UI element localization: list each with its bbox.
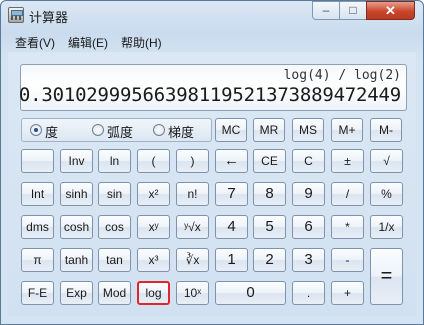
tanh-button[interactable]: tanh: [60, 248, 93, 272]
blank-button[interactable]: [21, 149, 54, 173]
digit-4-button[interactable]: 4: [215, 215, 248, 239]
exp-button[interactable]: Exp: [60, 281, 93, 305]
result-text: 0.30102999566398119521373889472449: [18, 84, 401, 106]
digit-7-button[interactable]: 7: [215, 182, 248, 206]
sqrt-button[interactable]: √: [370, 149, 403, 173]
dms-button[interactable]: dms: [21, 215, 54, 239]
reciprocal-button[interactable]: 1/x: [370, 215, 403, 239]
minimize-button[interactable]: –: [312, 1, 340, 20]
divide-button[interactable]: /: [331, 182, 364, 206]
window-title: 计算器: [29, 10, 69, 25]
cube-root-button[interactable]: ∛x: [176, 248, 209, 272]
digit-2-button[interactable]: 2: [253, 248, 286, 272]
calculator-body: log(4) / log(2) 0.3010299956639811952137…: [8, 52, 416, 316]
radio-indicator: [153, 124, 165, 136]
digit-9-button[interactable]: 9: [292, 182, 325, 206]
sinh-button[interactable]: sinh: [60, 182, 93, 206]
f-e-button[interactable]: F-E: [21, 281, 54, 305]
menu-help[interactable]: 帮助(H): [121, 34, 162, 51]
digit-8-button[interactable]: 8: [253, 182, 286, 206]
tan-button[interactable]: tan: [98, 248, 131, 272]
backspace-button[interactable]: ←: [215, 149, 248, 173]
radio-degrees-label: 度: [45, 125, 59, 140]
close-button[interactable]: ✕: [366, 1, 415, 20]
maximize-button[interactable]: □: [339, 1, 367, 20]
digit-3-button[interactable]: 3: [292, 248, 325, 272]
decimal-button[interactable]: .: [292, 281, 325, 305]
menu-edit[interactable]: 编辑(E): [68, 34, 108, 51]
m-minus-button[interactable]: M-: [370, 118, 402, 142]
radio-gradians-label: 梯度: [168, 125, 195, 140]
cos-button[interactable]: cos: [98, 215, 131, 239]
calculator-app-icon: [8, 7, 24, 23]
radio-radians-label: 弧度: [107, 125, 134, 140]
digit-1-button[interactable]: 1: [215, 248, 248, 272]
title-bar[interactable]: 计算器 – □ ✕: [1, 1, 423, 31]
factorial-button[interactable]: n!: [176, 182, 209, 206]
menu-bar: 查看(V) 编辑(E) 帮助(H): [8, 32, 416, 52]
expression-text: log(4) / log(2): [283, 68, 401, 83]
ten-power-button[interactable]: 10ˣ: [176, 281, 209, 305]
cube-button[interactable]: x³: [137, 248, 170, 272]
ln-button[interactable]: ln: [98, 149, 131, 173]
open-paren-button[interactable]: (: [137, 149, 170, 173]
close-paren-button[interactable]: ): [176, 149, 209, 173]
calculator-window: 计算器 – □ ✕ 查看(V) 编辑(E) 帮助(H) log(4) / log…: [0, 0, 424, 325]
mod-button[interactable]: Mod: [98, 281, 131, 305]
digit-6-button[interactable]: 6: [292, 215, 325, 239]
ce-button[interactable]: CE: [253, 149, 286, 173]
power-button[interactable]: xʸ: [137, 215, 170, 239]
digit-5-button[interactable]: 5: [253, 215, 286, 239]
percent-button[interactable]: %: [370, 182, 403, 206]
mr-button[interactable]: MR: [253, 118, 285, 142]
m-plus-button[interactable]: M+: [331, 118, 363, 142]
int-button[interactable]: Int: [21, 182, 54, 206]
subtract-button[interactable]: -: [331, 248, 364, 272]
angle-unit-group: 度 弧度 梯度: [21, 118, 212, 142]
ms-button[interactable]: MS: [292, 118, 324, 142]
log-button[interactable]: log: [137, 281, 170, 305]
multiply-button[interactable]: *: [331, 215, 364, 239]
square-button[interactable]: x²: [137, 182, 170, 206]
pi-button[interactable]: π: [21, 248, 54, 272]
add-button[interactable]: +: [331, 281, 364, 305]
y-root-button[interactable]: ʸ√x: [176, 215, 209, 239]
radio-indicator: [92, 124, 104, 136]
display-panel: log(4) / log(2) 0.3010299956639811952137…: [18, 64, 407, 111]
digit-0-button[interactable]: 0: [215, 281, 286, 305]
equals-button[interactable]: =: [370, 248, 403, 305]
cosh-button[interactable]: cosh: [60, 215, 93, 239]
mc-button[interactable]: MC: [215, 118, 247, 142]
inv-button[interactable]: Inv: [60, 149, 93, 173]
plus-minus-button[interactable]: ±: [331, 149, 364, 173]
sin-button[interactable]: sin: [98, 182, 131, 206]
c-button[interactable]: C: [292, 149, 325, 173]
radio-checked-indicator: [30, 124, 42, 136]
menu-view[interactable]: 查看(V): [15, 34, 55, 51]
